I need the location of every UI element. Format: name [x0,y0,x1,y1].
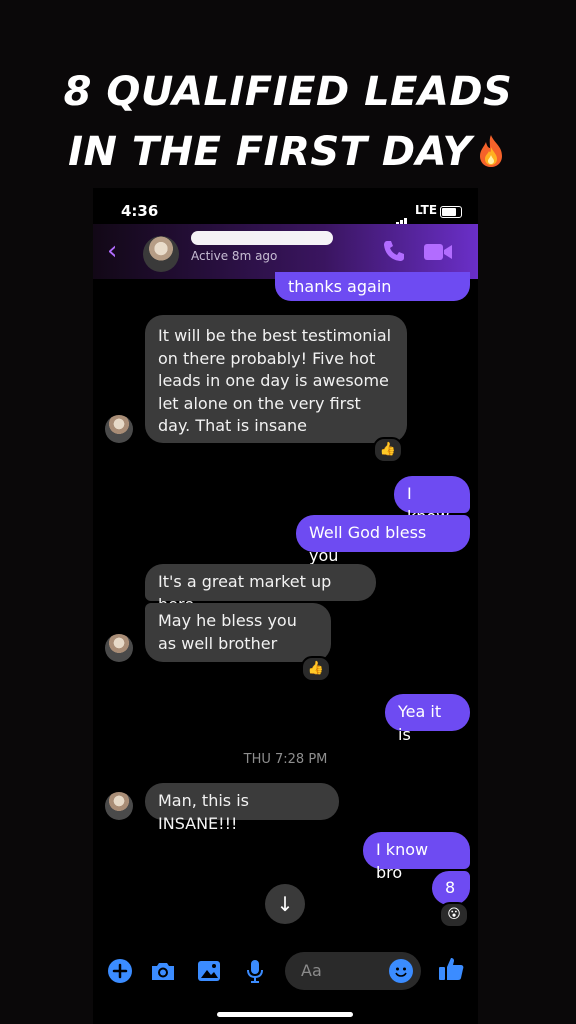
thumbs-up-icon[interactable] [436,954,466,984]
redaction-scribble [191,231,333,245]
message-bubble[interactable]: It will be the best testimonial on there… [145,315,407,443]
video-icon[interactable] [423,241,453,263]
status-time: 4:36 [121,202,159,220]
back-chevron-icon[interactable]: ‹ [107,238,117,264]
message-bubble[interactable]: I know bro [363,832,470,882]
headline-line-1: 8 QUALIFIED LEADS [63,69,513,115]
message-bubble[interactable]: Man, this is INSANE!!! [145,783,339,833]
message-bubble[interactable]: It's a great market up here [145,564,376,614]
conversation-header: ‹ Active 8m ago [93,224,478,279]
home-indicator [217,1012,353,1017]
thumbs-up-reaction-icon[interactable]: 👍 [373,437,403,463]
emoji-face-glyph [395,967,407,977]
message-input-placeholder: Aa [301,961,322,980]
camera-icon[interactable] [148,956,178,986]
thumbs-up-reaction-icon[interactable]: 👍 [301,656,331,682]
active-status: Active 8m ago [191,249,278,263]
surprised-reaction-icon[interactable]: 😮 [439,902,469,928]
fire-icon [479,135,502,167]
contact-avatar-small[interactable] [105,415,133,443]
headline-line-2-text: IN THE FIRST DAY [68,129,472,175]
message-bubble[interactable]: Well God bless you [296,515,470,565]
message-bubble[interactable]: May he bless you as well brother [145,603,331,662]
phone-icon[interactable] [381,238,407,264]
contact-avatar-small[interactable] [105,792,133,820]
microphone-icon[interactable] [240,956,270,986]
scroll-down-arrow-icon[interactable]: ↓ [265,884,305,924]
message-input[interactable]: Aa [285,952,421,990]
headline: 8 QUALIFIED LEADS IN THE FIRST DAY [0,62,576,182]
phone-screen: 4:36 LTE ‹ Active 8m ago thanks again It… [93,188,478,1024]
message-timestamp: THU 7:28 PM [243,752,328,767]
message-bubble[interactable]: thanks again [275,272,470,301]
headline-line-2: IN THE FIRST DAY [68,122,508,182]
battery-icon [440,206,462,218]
gallery-icon[interactable] [194,956,224,986]
contact-avatar[interactable] [143,236,179,272]
plus-icon[interactable] [105,956,135,986]
message-bubble[interactable]: I know [394,476,470,526]
network-label: LTE [415,203,438,217]
emoji-icon[interactable] [389,959,413,983]
message-bubble[interactable]: 8 [432,871,470,905]
message-bubble[interactable]: Yea it is [385,694,470,744]
contact-avatar-small[interactable] [105,634,133,662]
message-composer: Aa [93,940,478,1024]
